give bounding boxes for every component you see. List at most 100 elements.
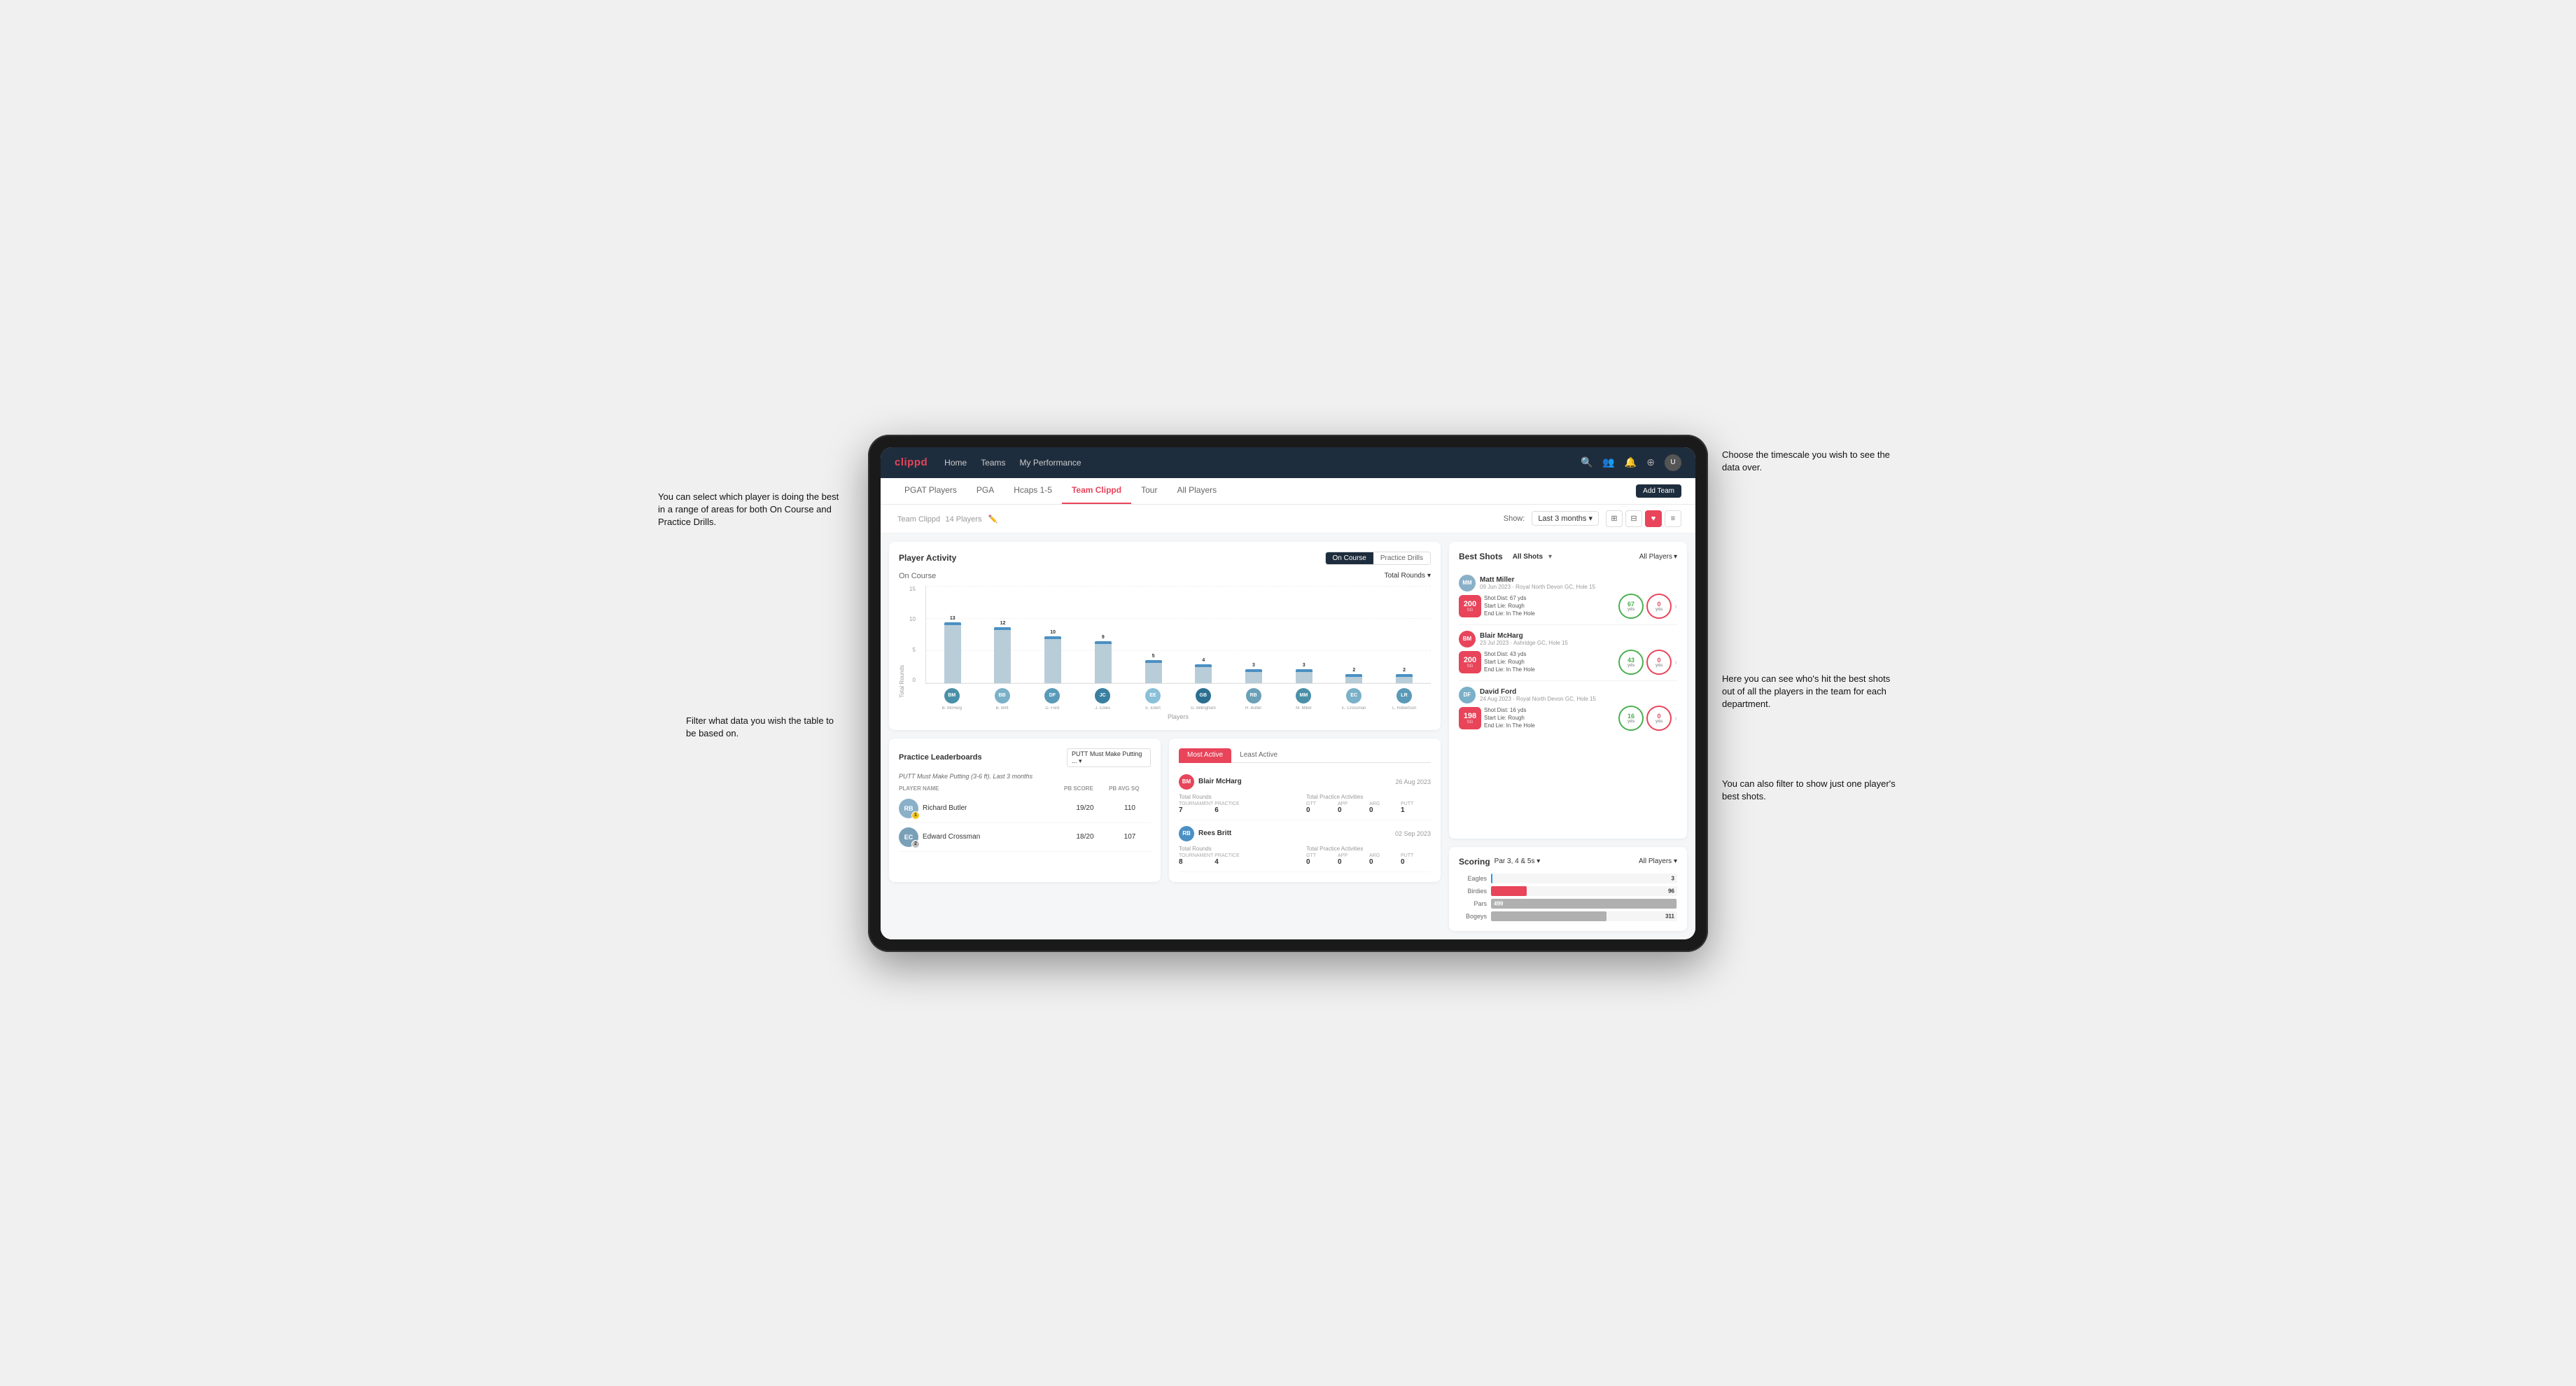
tablet-frame: clippd Home Teams My Performance 🔍 👥 🔔 ⊕… — [868, 435, 1708, 952]
view-list-button[interactable]: ⊟ — [1625, 510, 1642, 527]
tab-hcaps[interactable]: Hcaps 1-5 — [1004, 478, 1062, 504]
scoring-bar-val-birdies: 96 — [1668, 888, 1674, 894]
shot-player-name-2: Blair McHarg — [1480, 632, 1568, 640]
bar-d-ford[interactable]: 10 — [1029, 630, 1077, 683]
bar-e-ebert[interactable]: 5 — [1130, 654, 1177, 683]
bar-fill-6 — [1195, 664, 1212, 683]
player-avatar-2[interactable]: BB — [995, 688, 1010, 704]
lb-col-avg: PB AVG SQ — [1109, 785, 1151, 792]
bar-b-britt[interactable]: 12 — [979, 621, 1027, 683]
shot-chevron-2[interactable]: › — [1674, 657, 1677, 667]
scoring-par-select[interactable]: Par 3, 4 & 5s ▾ — [1494, 858, 1541, 865]
player-avatar-9[interactable]: EC — [1346, 688, 1362, 704]
bar-value-8: 3 — [1303, 663, 1306, 668]
player-avatar-4[interactable]: JC — [1095, 688, 1110, 704]
tab-all-players[interactable]: All Players — [1167, 478, 1226, 504]
tab-team-clippd[interactable]: Team Clippd — [1062, 478, 1131, 504]
all-players-select[interactable]: All Players ▾ — [1639, 553, 1677, 561]
player-avatar-1[interactable]: BM — [944, 688, 960, 704]
pa-app-val-1: 0 — [1338, 806, 1368, 814]
pa-row-1: BM Blair McHarg 26 Aug 2023 Total Rounds — [1179, 769, 1431, 820]
shot-chevron-3[interactable]: › — [1674, 713, 1677, 723]
add-team-button[interactable]: Add Team — [1636, 484, 1681, 498]
shot-card-3[interactable]: DF David Ford 24 Aug 2023 · Royal North … — [1459, 681, 1677, 736]
tab-tour[interactable]: Tour — [1131, 478, 1167, 504]
add-icon[interactable]: ⊕ — [1646, 456, 1655, 468]
bar-b-mcharg[interactable]: 13 — [929, 616, 976, 683]
bar-value-7: 3 — [1252, 663, 1255, 668]
bar-value-3: 10 — [1050, 630, 1056, 635]
bar-r-butler[interactable]: 3 — [1230, 663, 1278, 683]
nav-icons: 🔍 👥 🔔 ⊕ U — [1581, 454, 1681, 471]
tab-pgat[interactable]: PGAT Players — [895, 478, 967, 504]
player-name-3: D. Ford — [1029, 706, 1077, 710]
shot-card-1[interactable]: MM Matt Miller 09 Jun 2023 · Royal North… — [1459, 569, 1677, 625]
bell-icon[interactable]: 🔔 — [1625, 456, 1637, 468]
pa-practice-header-1: Practice — [1214, 802, 1243, 806]
bar-j-coles[interactable]: 9 — [1079, 635, 1127, 683]
nav-link-teams[interactable]: Teams — [981, 455, 1005, 470]
bar-accent-10 — [1396, 674, 1413, 677]
nav-link-home[interactable]: Home — [944, 455, 967, 470]
lb-name-1: Richard Butler — [923, 804, 967, 812]
annotation-filter: Filter what data you wish the table to b… — [686, 715, 840, 740]
total-rounds-dropdown[interactable]: Total Rounds ▾ — [1385, 572, 1431, 580]
player-avatar-8[interactable]: MM — [1296, 688, 1311, 704]
player-avatar-3[interactable]: DF — [1044, 688, 1060, 704]
tab-least-active[interactable]: Least Active — [1231, 748, 1286, 763]
player-avatar-5[interactable]: EE — [1145, 688, 1161, 704]
search-icon[interactable]: 🔍 — [1581, 456, 1592, 468]
shot-metric-val-1a: 67 — [1628, 601, 1634, 608]
pa-stats-1: Total Rounds Tournament 7 Practice — [1179, 794, 1431, 814]
bar-m-miller[interactable]: 3 — [1280, 663, 1328, 683]
player-avatar-10[interactable]: LR — [1396, 688, 1412, 704]
user-avatar[interactable]: U — [1665, 454, 1681, 471]
practice-drills-toggle[interactable]: Practice Drills — [1373, 552, 1430, 564]
lb-name-2: Edward Crossman — [923, 833, 980, 841]
lb-row-2[interactable]: EC 2 Edward Crossman 18/20 107 — [899, 823, 1151, 852]
shot-metric-val-1b: 0 — [1657, 601, 1660, 608]
player-avatar-6[interactable]: GB — [1196, 688, 1211, 704]
shot-metric-unit-1b: yds — [1656, 608, 1662, 612]
scoring-bar-fill-pars — [1491, 899, 1676, 909]
shot-chevron-1[interactable]: › — [1674, 601, 1677, 611]
players-icon[interactable]: 👥 — [1602, 456, 1614, 468]
on-course-toggle[interactable]: On Course — [1326, 552, 1373, 564]
nav-link-performance[interactable]: My Performance — [1020, 455, 1082, 470]
nav-links: Home Teams My Performance — [944, 455, 1564, 470]
pa-arg-header-1: ARG — [1369, 802, 1399, 806]
bs-tab-all-shots[interactable]: All Shots — [1508, 552, 1547, 562]
player-avatar-7[interactable]: RB — [1246, 688, 1261, 704]
shot-metric-1a: 67 yds — [1618, 594, 1644, 619]
view-grid-button[interactable]: ⊞ — [1606, 510, 1623, 527]
shot-card-2[interactable]: BM Blair McHarg 23 Jul 2023 · Ashridge G… — [1459, 625, 1677, 681]
shot-metrics-1: 67 yds 0 yds — [1618, 594, 1672, 619]
pa-gtt-val-2: 0 — [1306, 858, 1336, 866]
lb-score-2: 18/20 — [1064, 833, 1106, 841]
scoring-bar-pars: 499 — [1491, 899, 1677, 909]
leaderboard-select[interactable]: PUTT Must Make Putting ... ▾ — [1067, 748, 1151, 767]
view-menu-button[interactable]: ≡ — [1665, 510, 1681, 527]
tab-most-active[interactable]: Most Active — [1179, 748, 1231, 763]
scoring-bar-val-pars: 499 — [1494, 900, 1503, 906]
bar-e-crossman[interactable]: 2 — [1331, 668, 1378, 683]
shot-metric-unit-2a: yds — [1628, 664, 1634, 668]
lb-row-1[interactable]: RB 1 Richard Butler 19/20 110 — [899, 794, 1151, 823]
edit-team-icon[interactable]: ✏️ — [988, 515, 998, 524]
player-activity-card: Player Activity On Course Practice Drill… — [889, 542, 1441, 730]
bar-fill-10 — [1396, 674, 1413, 683]
pa-putt-val-2: 0 — [1401, 858, 1431, 866]
scoring-bar-fill-eagles — [1491, 874, 1492, 883]
shot-badge-num-1: 200 — [1464, 600, 1476, 608]
bar-g-billingham[interactable]: 4 — [1180, 658, 1227, 683]
tab-pga[interactable]: PGA — [967, 478, 1004, 504]
view-heart-button[interactable]: ♥ — [1645, 510, 1662, 527]
shot-badge-label-1: SG — [1467, 608, 1474, 612]
shot-metric-2a: 43 yds — [1618, 650, 1644, 675]
scoring-players-select[interactable]: All Players ▾ — [1639, 858, 1677, 865]
bottom-grid: Practice Leaderboards PUTT Must Make Put… — [889, 738, 1441, 882]
timescale-select[interactable]: Last 3 months ▾ — [1532, 511, 1599, 526]
lb-col-player: PLAYER NAME — [899, 785, 1061, 792]
tablet-screen: clippd Home Teams My Performance 🔍 👥 🔔 ⊕… — [881, 447, 1695, 939]
bar-l-robertson[interactable]: 2 — [1380, 668, 1428, 683]
